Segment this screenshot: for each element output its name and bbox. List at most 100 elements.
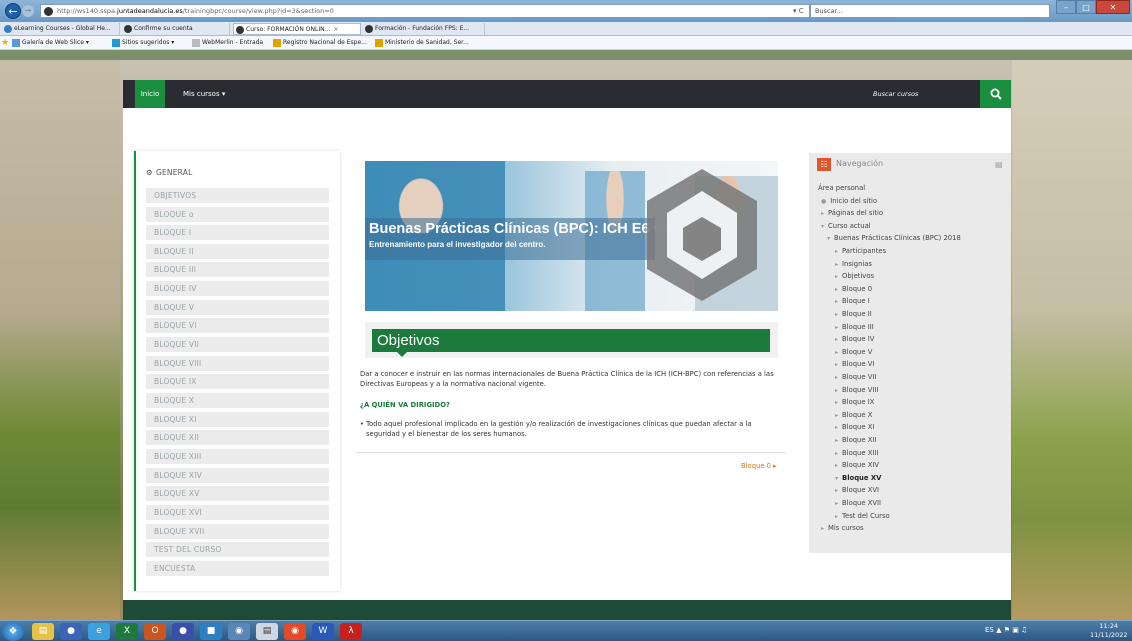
tree-marker-icon: ▸ (821, 525, 825, 533)
nav-item[interactable]: ▸ Bloque XVI (835, 485, 879, 496)
nav-item[interactable]: ▾ Bloque XV (835, 473, 881, 484)
tree-marker-icon: ▸ (835, 437, 839, 444)
outlook-icon[interactable]: O (144, 623, 166, 640)
section-bloque-iv[interactable]: BLOQUE IV (146, 281, 329, 296)
address-bar[interactable]: http://ws140.sspa.juntadeandalucia.es/tr… (40, 4, 810, 18)
tab-confirme[interactable]: Confirme su cuenta (122, 23, 230, 35)
section-title: Objetivos (372, 329, 770, 357)
nav-item[interactable]: ▸ Insignias (835, 259, 872, 270)
nav-item[interactable]: ▸ Mis cursos (821, 523, 864, 534)
section-bloque-vi[interactable]: BLOQUE VI (146, 318, 329, 333)
refresh-icon[interactable]: ▾ C (793, 4, 804, 18)
nav-item[interactable]: ▸ Test del Curso (835, 511, 890, 522)
ministerio-icon (375, 39, 383, 47)
nav-item[interactable]: ▸ Bloque XIII (835, 448, 878, 459)
section-bloque-xiii[interactable]: BLOQUE XIII (146, 449, 329, 464)
maximize-button[interactable]: □ (1076, 0, 1096, 14)
section-bloque-vii[interactable]: BLOQUE VII (146, 337, 329, 352)
nav-item[interactable]: ▸ Bloque II (835, 309, 872, 320)
next-section-link[interactable]: Bloque 0 ▸ (741, 462, 777, 470)
app-icon[interactable]: ● (60, 623, 82, 640)
nav-item[interactable]: ▸ Bloque VIII (835, 385, 878, 396)
collapse-block-icon[interactable]: ▤ (995, 160, 1003, 169)
app2-icon[interactable]: ● (172, 623, 194, 640)
notepad-icon[interactable]: ▤ (256, 623, 278, 640)
section-bloque-xi[interactable]: BLOQUE XI (146, 412, 329, 427)
minimize-button[interactable]: – (1056, 0, 1076, 14)
section-bloque-i[interactable]: BLOQUE I (146, 225, 329, 240)
nav-item[interactable]: ▸ Bloque 0 (835, 284, 872, 295)
nav-item-label: Bloque XIV (842, 461, 880, 470)
nav-item[interactable]: ▸ Bloque V (835, 347, 872, 358)
chrome-icon[interactable]: ◉ (284, 623, 306, 640)
section-description: Dar a conocer e instruir en las normas i… (360, 370, 774, 388)
section-bloque-v[interactable]: BLOQUE V (146, 300, 329, 315)
section-bloque-xvi[interactable]: BLOQUE XVI (146, 505, 329, 520)
section-bloque-0[interactable]: BLOQUE o (146, 207, 329, 222)
tree-marker-icon: ▸ (835, 512, 839, 520)
nav-item[interactable]: ▸ Participantes (835, 246, 886, 257)
tab-elearning[interactable]: eLearning Courses - Global He... (2, 23, 120, 35)
fav-ministerio[interactable]: Ministerio de Sanidad, Ser... (375, 36, 469, 50)
nav-item[interactable]: ● Inicio del sitio (821, 196, 877, 207)
fav-sitios[interactable]: Sitios sugeridos ▾ (112, 36, 174, 50)
tree-marker-icon: ▸ (835, 336, 839, 344)
section-encuesta[interactable]: ENCUESTA (146, 561, 329, 576)
section-bloque-ii[interactable]: BLOQUE II (146, 244, 329, 259)
section-bloque-xv[interactable]: BLOQUE XV (146, 486, 329, 501)
section-bloque-iii[interactable]: BLOQUE III (146, 262, 329, 277)
nav-item[interactable]: ▾ Buenas Prácticas Clínicas (BPC) 2018 (827, 233, 961, 244)
word-icon[interactable]: W (312, 623, 334, 640)
fav-webmerlin[interactable]: WebMerlin - Entrada (192, 36, 263, 50)
nav-my-courses-menu[interactable]: Mis cursos ▾ (183, 80, 225, 108)
search-button[interactable] (980, 80, 1011, 108)
nav-item[interactable]: ▸ Bloque XI (835, 422, 874, 433)
forward-button[interactable]: → (22, 5, 34, 17)
site-navbar: Inicio Mis cursos ▾ Buscar cursos (123, 80, 1011, 108)
fav-registro[interactable]: Registro Nacional de Espe... (273, 36, 367, 50)
nav-item[interactable]: ▸ Bloque IX (835, 397, 874, 408)
wallpaper-left (0, 60, 120, 620)
section-bloque-xiv[interactable]: BLOQUE XIV (146, 468, 329, 483)
nav-item[interactable]: ▾ Curso actual (821, 221, 871, 232)
close-tab-icon[interactable]: × (333, 26, 338, 33)
nav-item[interactable]: ▸ Bloque VII (835, 372, 876, 383)
nav-item[interactable]: Área personal (818, 183, 865, 193)
nav-item[interactable]: ▸ Bloque X (835, 410, 872, 421)
tab-curso-active[interactable]: Curso: FORMACIÓN ONLIN... × (233, 23, 361, 35)
section-bloque-xvii[interactable]: BLOQUE XVII (146, 524, 329, 539)
section-bloque-xii[interactable]: BLOQUE XII (146, 430, 329, 445)
nav-item[interactable]: ▸ Bloque XVII (835, 498, 881, 509)
nav-item[interactable]: ▸ Bloque III (835, 322, 874, 333)
section-bloque-ix[interactable]: BLOQUE IX (146, 374, 329, 389)
excel-icon[interactable]: X (116, 623, 138, 640)
nav-item[interactable]: ▸ Bloque XII (835, 435, 876, 446)
course-search-input[interactable]: Buscar cursos (873, 80, 983, 108)
start-button[interactable]: ❖ (2, 622, 24, 641)
app4-icon[interactable]: ◉ (228, 623, 250, 640)
favorites-star-icon[interactable]: ★ (1, 36, 9, 50)
internet-explorer-icon[interactable]: e (88, 623, 110, 640)
browser-search-input[interactable]: Buscar... (810, 4, 1050, 18)
nav-item-label: Bloque IV (842, 335, 875, 344)
nav-item[interactable]: ▸ Objetivos (835, 271, 874, 282)
nav-item[interactable]: ▸ Bloque IV (835, 334, 874, 345)
close-window-button[interactable]: ✕ (1096, 0, 1130, 14)
clock[interactable]: 11:24 11/11/2022 (1090, 622, 1127, 640)
explorer-icon[interactable]: ▤ (32, 623, 54, 640)
fav-galeria[interactable]: Galería de Web Slice ▾ (12, 36, 89, 50)
section-objetivos[interactable]: OBJETIVOS (146, 188, 329, 203)
nav-item[interactable]: ▸ Páginas del sitio (821, 208, 883, 219)
section-bloque-x[interactable]: BLOQUE X (146, 393, 329, 408)
tab-formacion[interactable]: Formación - Fundación FPS: E... (363, 23, 485, 35)
nav-item[interactable]: ▸ Bloque I (835, 296, 870, 307)
back-button[interactable]: ← (5, 3, 21, 19)
nav-item-label: Participantes (842, 247, 887, 255)
nav-item[interactable]: ▸ Bloque VI (835, 359, 874, 370)
nav-home-link[interactable]: Inicio (135, 80, 165, 108)
section-bloque-viii[interactable]: BLOQUE VIII (146, 356, 329, 371)
section-test[interactable]: TEST DEL CURSO (146, 542, 329, 557)
nav-item[interactable]: ▸ Bloque XIV (835, 460, 879, 471)
app3-icon[interactable]: ■ (200, 623, 222, 640)
acrobat-icon[interactable]: λ (340, 623, 362, 640)
